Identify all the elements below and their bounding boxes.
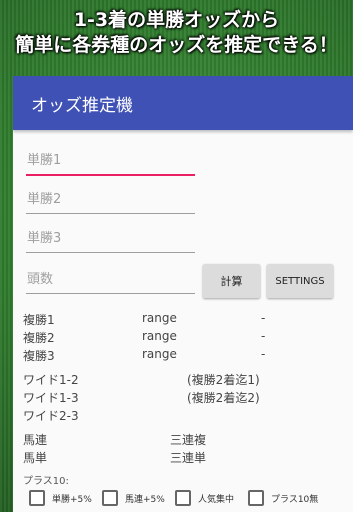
calculate-button[interactable]: 計算 <box>203 264 260 298</box>
no-plus10-checkbox[interactable]: プラス10無 <box>248 490 318 506</box>
promo-headline-2: 簡単に各券種のオッズを推定できる！ <box>15 34 338 56</box>
checkbox-label: 単勝+5% <box>52 494 92 505</box>
popular-focus-checkbox[interactable]: 人気集中 <box>175 490 234 506</box>
win2-input[interactable] <box>26 187 195 214</box>
quinella-plus5-checkbox[interactable]: 馬連+5% <box>102 490 165 506</box>
checkbox-box[interactable] <box>248 490 264 506</box>
checkbox-box[interactable] <box>175 490 191 506</box>
quinella-label: 馬連 <box>23 433 48 447</box>
exacta-label: 馬単 <box>23 451 48 465</box>
checkbox-label: 馬連+5% <box>125 494 165 505</box>
settings-button[interactable]: SETTINGS <box>267 264 333 298</box>
wide12-note: (複勝2着迄1) <box>187 373 260 387</box>
trifecta-label: 三連単 <box>170 451 207 465</box>
win-plus5-checkbox[interactable]: 単勝+5% <box>29 490 92 506</box>
wide13-label: ワイド1-3 <box>23 391 79 405</box>
wide13-note: (複勝2着迄2) <box>187 391 260 405</box>
app-screen: オッズ推定機 計算 SETTINGS 複勝1 range - 複勝2 range… <box>13 76 353 512</box>
promo-headline-1: 1-3着の単勝オッズから <box>73 9 280 31</box>
place1-value: - <box>261 311 266 325</box>
place2-value: - <box>261 329 266 343</box>
app-title: オッズ推定機 <box>31 95 133 116</box>
win3-input[interactable] <box>26 226 195 253</box>
place3-value: - <box>261 347 266 361</box>
checkbox-label: プラス10無 <box>271 494 319 505</box>
place2-range: range <box>142 329 177 343</box>
place3-label: 複勝3 <box>23 349 55 363</box>
trio-label: 三連複 <box>170 433 207 447</box>
place1-range: range <box>142 311 177 325</box>
app-bar: オッズ推定機 <box>13 76 353 130</box>
wide12-label: ワイド1-2 <box>23 373 79 387</box>
win1-input[interactable] <box>26 148 195 176</box>
checkbox-box[interactable] <box>29 490 45 506</box>
promo-banner: 1-3着の単勝オッズから 簡単に各券種のオッズを推定できる！ <box>0 0 353 66</box>
place1-label: 複勝1 <box>23 313 55 327</box>
place2-label: 複勝2 <box>23 331 55 345</box>
checkbox-box[interactable] <box>102 490 118 506</box>
plus10-label: プラス10: <box>23 476 69 487</box>
checkbox-label: 人気集中 <box>198 494 235 505</box>
place3-range: range <box>142 347 177 361</box>
heads-input[interactable] <box>26 267 195 294</box>
wide23-label: ワイド2-3 <box>23 409 79 423</box>
